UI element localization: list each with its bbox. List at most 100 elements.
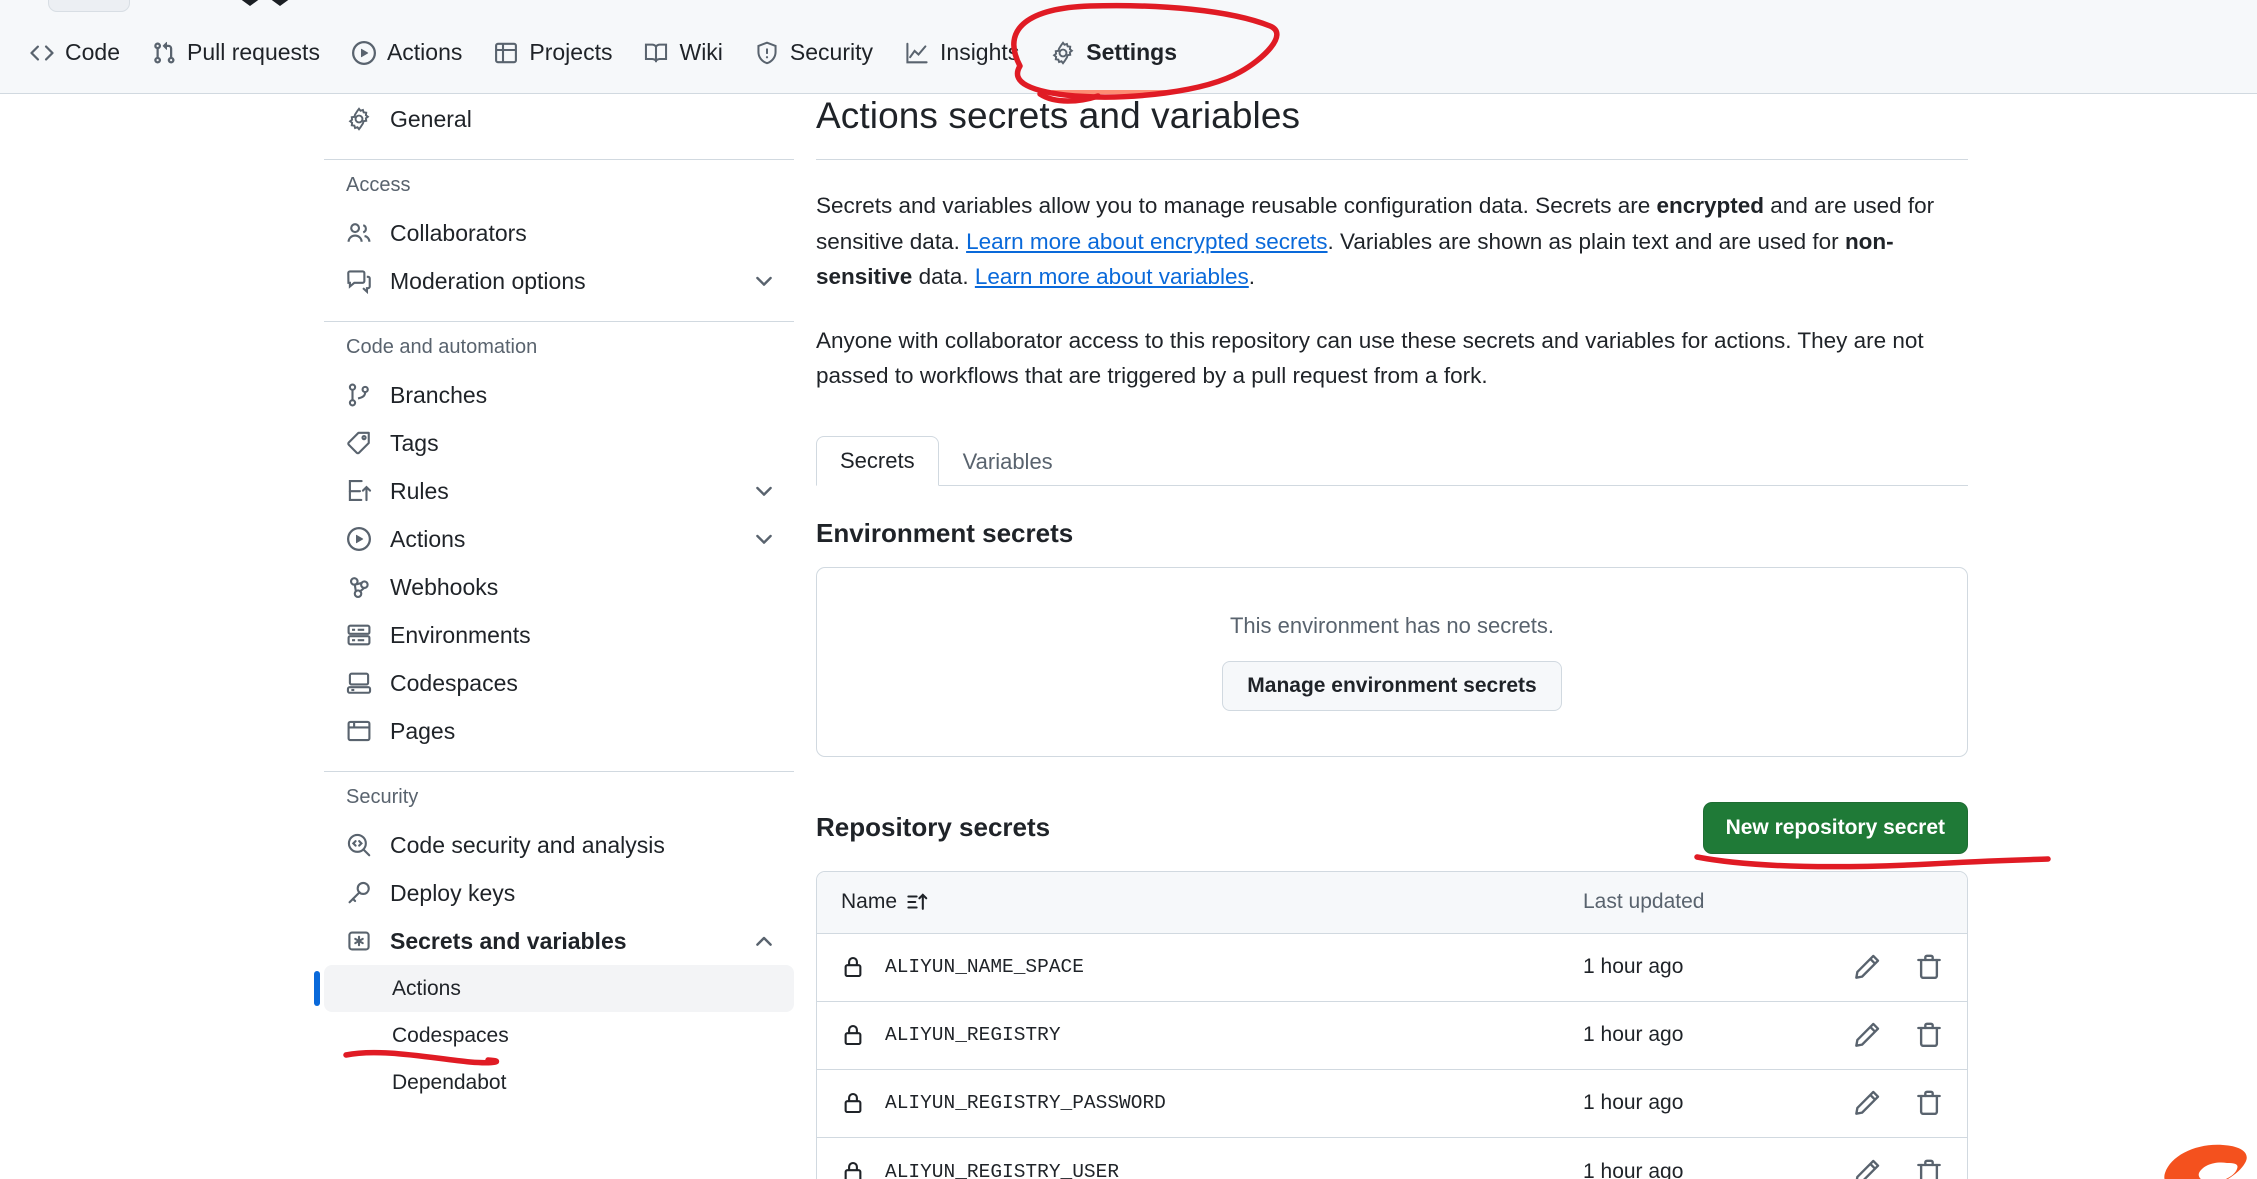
secret-name: ALIYUN_REGISTRY_PASSWORD: [885, 1092, 1166, 1114]
intro-text-5: .: [1249, 264, 1255, 289]
secret-last-updated: 1 hour ago: [1583, 955, 1815, 979]
secret-name-cell: ALIYUN_REGISTRY_USER: [841, 1160, 1583, 1179]
nav-item-pull-requests[interactable]: Pull requests: [136, 12, 336, 94]
manage-environment-secrets-button[interactable]: Manage environment secrets: [1222, 661, 1561, 711]
environment-secrets-heading: Environment secrets: [816, 518, 1968, 549]
sidebar-item-label: Codespaces: [390, 670, 776, 697]
nav-item-insights[interactable]: Insights: [889, 12, 1035, 94]
sidebar-subitem-label: Dependabot: [392, 1071, 506, 1095]
sidebar-item-collaborators[interactable]: Collaborators: [324, 209, 794, 257]
tab-variables[interactable]: Variables: [939, 437, 1077, 486]
comment-discussion-icon: [346, 268, 372, 294]
sidebar-item-secrets-and-variables[interactable]: Secrets and variables: [324, 917, 794, 965]
sidebar-item-label: Secrets and variables: [390, 928, 734, 955]
chevron-down-icon[interactable]: [752, 527, 776, 551]
tab-secrets[interactable]: Secrets: [816, 436, 939, 486]
sidebar-item-code-security-and-analysis[interactable]: Code security and analysis: [324, 821, 794, 869]
chevron-down-icon[interactable]: [752, 269, 776, 293]
asterisk-key-icon: [346, 928, 372, 954]
git-branch-icon: [346, 382, 372, 408]
intro-text-4: data.: [912, 264, 975, 289]
secret-name-cell: ALIYUN_REGISTRY_PASSWORD: [841, 1091, 1583, 1115]
shield-alert-icon: [755, 41, 779, 65]
table-row: ALIYUN_REGISTRY_USER1 hour ago: [817, 1138, 1967, 1179]
code-scan-icon: [346, 832, 372, 858]
sidebar-item-branches[interactable]: Branches: [324, 371, 794, 419]
sidebar-item-rules[interactable]: Rules: [324, 467, 794, 515]
secret-row-actions: [1815, 1089, 1943, 1117]
trash-icon[interactable]: [1915, 1089, 1943, 1117]
chevron-down-icon[interactable]: [752, 479, 776, 503]
table-icon: [494, 41, 518, 65]
sidebar-item-label: Deploy keys: [390, 880, 776, 907]
trash-icon[interactable]: [1915, 1021, 1943, 1049]
sidebar-item-codespaces[interactable]: Codespaces: [324, 659, 794, 707]
pencil-icon[interactable]: [1853, 1089, 1881, 1117]
sidebar-divider: [324, 321, 794, 322]
server-icon: [346, 622, 372, 648]
sidebar-subitem-label: Actions: [392, 977, 461, 1001]
sidebar-subitem-actions[interactable]: Actions: [324, 965, 794, 1012]
secret-row-actions: [1815, 953, 1943, 981]
secrets-variables-tabbar: SecretsVariables: [816, 436, 1968, 486]
active-tab-underline: [1051, 90, 1177, 94]
learn-more-variables-link[interactable]: Learn more about variables: [975, 264, 1249, 289]
code-icon: [30, 41, 54, 65]
browser-chrome-sliver: [0, 0, 2257, 12]
settings-sidebar: General Access Collaborators Moderation opt…: [324, 95, 794, 1106]
intro-text-3: . Variables are shown as plain text and …: [1328, 229, 1845, 254]
secret-name-cell: ALIYUN_REGISTRY: [841, 1023, 1583, 1047]
sidebar-item-moderation-options[interactable]: Moderation options: [324, 257, 794, 305]
nav-item-code[interactable]: Code: [14, 12, 136, 94]
nav-item-actions[interactable]: Actions: [336, 12, 478, 94]
intro-paragraph-2: Anyone with collaborator access to this …: [816, 323, 1968, 394]
book-icon: [644, 41, 668, 65]
intro-bold-encrypted: encrypted: [1657, 193, 1765, 218]
column-header-name[interactable]: Name: [841, 890, 1583, 914]
gear-icon: [1051, 41, 1075, 65]
sidebar-item-actions[interactable]: Actions: [324, 515, 794, 563]
sidebar-subitem-codespaces[interactable]: Codespaces: [324, 1012, 794, 1059]
secret-name-cell: ALIYUN_NAME_SPACE: [841, 955, 1583, 979]
secret-last-updated: 1 hour ago: [1583, 1091, 1815, 1115]
nav-item-settings[interactable]: Settings: [1035, 12, 1193, 94]
sidebar-item-tags[interactable]: Tags: [324, 419, 794, 467]
sidebar-item-label: Collaborators: [390, 220, 776, 247]
new-repository-secret-button[interactable]: New repository secret: [1703, 802, 1968, 854]
trash-icon[interactable]: [1915, 1158, 1943, 1179]
secret-name: ALIYUN_NAME_SPACE: [885, 956, 1084, 978]
play-circle-icon: [352, 41, 376, 65]
sidebar-group-title: Access: [324, 174, 794, 197]
browser-tab-stub: [48, 0, 130, 12]
secret-name: ALIYUN_REGISTRY_USER: [885, 1161, 1119, 1179]
sidebar-subitem-dependabot[interactable]: Dependabot: [324, 1059, 794, 1106]
sidebar-item-environments[interactable]: Environments: [324, 611, 794, 659]
pencil-icon[interactable]: [1853, 1158, 1881, 1179]
git-pull-request-icon: [152, 41, 176, 65]
sidebar-item-general[interactable]: General: [324, 95, 794, 143]
table-row: ALIYUN_NAME_SPACE 1 hour ago: [817, 934, 1967, 1002]
sidebar-item-webhooks[interactable]: Webhooks: [324, 563, 794, 611]
chevron-up-icon[interactable]: [752, 929, 776, 953]
repository-secrets-table: Name Last updated ALIYUN_NAME_SPACE 1 hou…: [816, 871, 1968, 1179]
column-header-last-updated: Last updated: [1583, 890, 1815, 914]
nav-item-security[interactable]: Security: [739, 12, 889, 94]
sidebar-item-deploy-keys[interactable]: Deploy keys: [324, 869, 794, 917]
sidebar-item-label: Moderation options: [390, 268, 734, 295]
nav-item-wiki[interactable]: Wiki: [628, 12, 738, 94]
sidebar-group-title: Code and automation: [324, 336, 794, 359]
pencil-icon[interactable]: [1853, 1021, 1881, 1049]
sidebar-divider: [324, 159, 794, 160]
secret-row-actions: [1815, 1021, 1943, 1049]
trash-icon[interactable]: [1915, 953, 1943, 981]
sidebar-subitem-label: Codespaces: [392, 1024, 509, 1048]
sort-ascending-icon[interactable]: [907, 891, 929, 913]
table-row: ALIYUN_REGISTRY_PASSWORD 1 hour ago: [817, 1070, 1967, 1138]
learn-more-encrypted-secrets-link[interactable]: Learn more about encrypted secrets: [966, 229, 1327, 254]
intro-paragraph-1: Secrets and variables allow you to manag…: [816, 188, 1968, 295]
secret-row-actions: [1815, 1158, 1943, 1179]
nav-item-projects[interactable]: Projects: [478, 12, 628, 94]
repository-secrets-heading: Repository secrets: [816, 812, 1050, 843]
sidebar-item-pages[interactable]: Pages: [324, 707, 794, 755]
pencil-icon[interactable]: [1853, 953, 1881, 981]
